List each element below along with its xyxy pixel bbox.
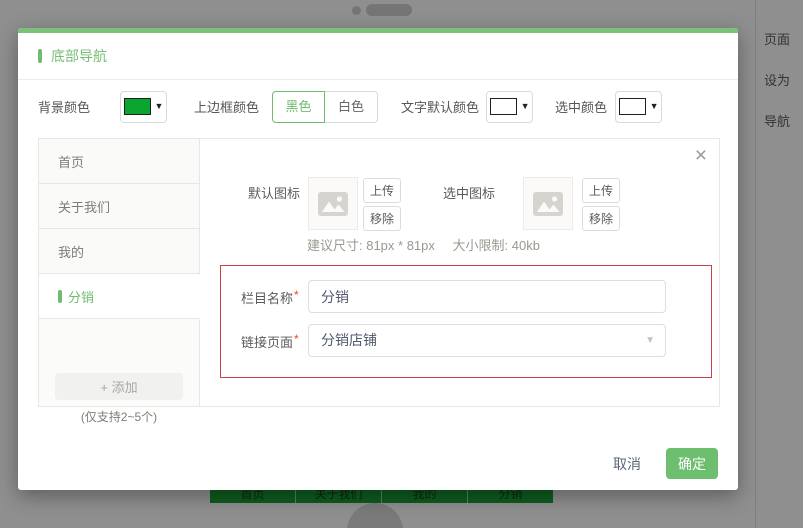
default-icon-label: 默认图标 [248, 186, 301, 201]
nav-items-editor: 首页 关于我们 我的 分销 + 添加 × 默认图标 上传 移除 选中图标 上传 … [38, 138, 720, 407]
border-color-segmented-control: 黑色 白色 [272, 90, 379, 123]
selected-color-label: 选中颜色 [555, 100, 608, 115]
selected-icon-preview[interactable] [523, 177, 573, 230]
border-color-white-option[interactable]: 白色 [325, 90, 379, 123]
form-highlight-box: 栏目名称* 链接页面* 分销店铺 ▼ [220, 265, 712, 378]
link-page-label: 链接页面* [241, 332, 299, 351]
sidebar-tab-1[interactable]: 关于我们 [39, 184, 200, 229]
remove-default-icon-button[interactable]: 移除 [363, 206, 401, 231]
upload-default-icon-button[interactable]: 上传 [363, 178, 401, 203]
required-asterisk: * [294, 288, 299, 302]
item-name-label: 栏目名称* [241, 288, 299, 307]
confirm-button[interactable]: 确定 [666, 448, 718, 479]
link-page-label-text: 链接页面 [241, 335, 294, 350]
top-border-color-label: 上边框颜色 [194, 100, 260, 115]
suggested-size-text: 建议尺寸: 81px * 81px [307, 238, 435, 253]
link-page-select[interactable]: 分销店铺 ▼ [308, 324, 666, 357]
color-settings-row: 背景颜色 ▼ 上边框颜色 黑色 白色 文字默认颜色 ▼ 选中颜色 ▼ [18, 80, 738, 133]
caret-down-icon: ▼ [154, 101, 164, 111]
add-nav-item-button[interactable]: + 添加 [55, 373, 183, 400]
sidebar-tab-label: 关于我们 [58, 199, 111, 215]
tab-list-filler: + 添加 [39, 319, 200, 406]
caret-down-icon: ▼ [649, 101, 659, 111]
sidebar-tab-2[interactable]: 我的 [39, 229, 200, 274]
sidebar-tab-label: 分销 [68, 289, 95, 305]
link-page-selected-value: 分销店铺 [321, 332, 377, 348]
image-placeholder-icon [533, 191, 563, 216]
selected-icon-label: 选中图标 [443, 186, 496, 201]
dialog-footer: 取消 确定 [613, 448, 718, 479]
sidebar-tab-0[interactable]: 首页 [39, 139, 200, 184]
cancel-button[interactable]: 取消 [613, 454, 641, 474]
icon-size-hint: 建议尺寸: 81px * 81px 大小限制: 40kb [307, 235, 540, 254]
dialog-title: 底部导航 [51, 48, 107, 64]
text-default-color-label: 文字默认颜色 [401, 100, 480, 115]
item-name-input[interactable] [308, 280, 666, 313]
size-limit-text: 大小限制: 40kb [452, 238, 540, 253]
bottom-nav-dialog: 底部导航 背景颜色 ▼ 上边框颜色 黑色 白色 文字默认颜色 ▼ 选中颜色 ▼ … [18, 28, 738, 490]
required-asterisk: * [294, 332, 299, 346]
tab-limit-note: (仅支持2~5个) [80, 410, 158, 424]
nav-items-tab-list: 首页关于我们我的分销 + 添加 [38, 138, 200, 407]
selected-icon-actions: 上传 移除 [582, 178, 620, 231]
background-color-label: 背景颜色 [38, 100, 91, 115]
item-name-label-text: 栏目名称 [241, 291, 294, 306]
white-color-swatch [489, 98, 517, 115]
sidebar-tab-label: 首页 [58, 154, 85, 170]
close-icon[interactable]: × [695, 145, 707, 166]
text-default-color-picker[interactable]: ▼ [486, 90, 534, 123]
caret-down-icon: ▼ [520, 101, 530, 111]
upload-selected-icon-button[interactable]: 上传 [582, 178, 620, 203]
border-color-black-option[interactable]: 黑色 [272, 90, 326, 123]
white-color-swatch [618, 98, 646, 115]
sidebar-tab-label: 我的 [58, 244, 85, 260]
sidebar-tab-3[interactable]: 分销 [39, 274, 200, 319]
default-icon-actions: 上传 移除 [363, 178, 401, 231]
default-icon-preview[interactable] [308, 177, 358, 230]
selected-color-picker[interactable]: ▼ [615, 90, 663, 123]
active-tab-indicator [58, 289, 62, 303]
image-placeholder-icon [318, 191, 348, 216]
remove-selected-icon-button[interactable]: 移除 [582, 206, 620, 231]
green-color-swatch [123, 98, 151, 115]
dialog-header: 底部导航 [18, 33, 738, 80]
select-caret-down-icon: ▼ [645, 335, 655, 346]
title-accent-pill [38, 49, 42, 63]
background-color-picker[interactable]: ▼ [120, 90, 168, 123]
nav-item-detail-panel: × 默认图标 上传 移除 选中图标 上传 移除 建议尺寸: 81px * 81p… [200, 138, 720, 407]
